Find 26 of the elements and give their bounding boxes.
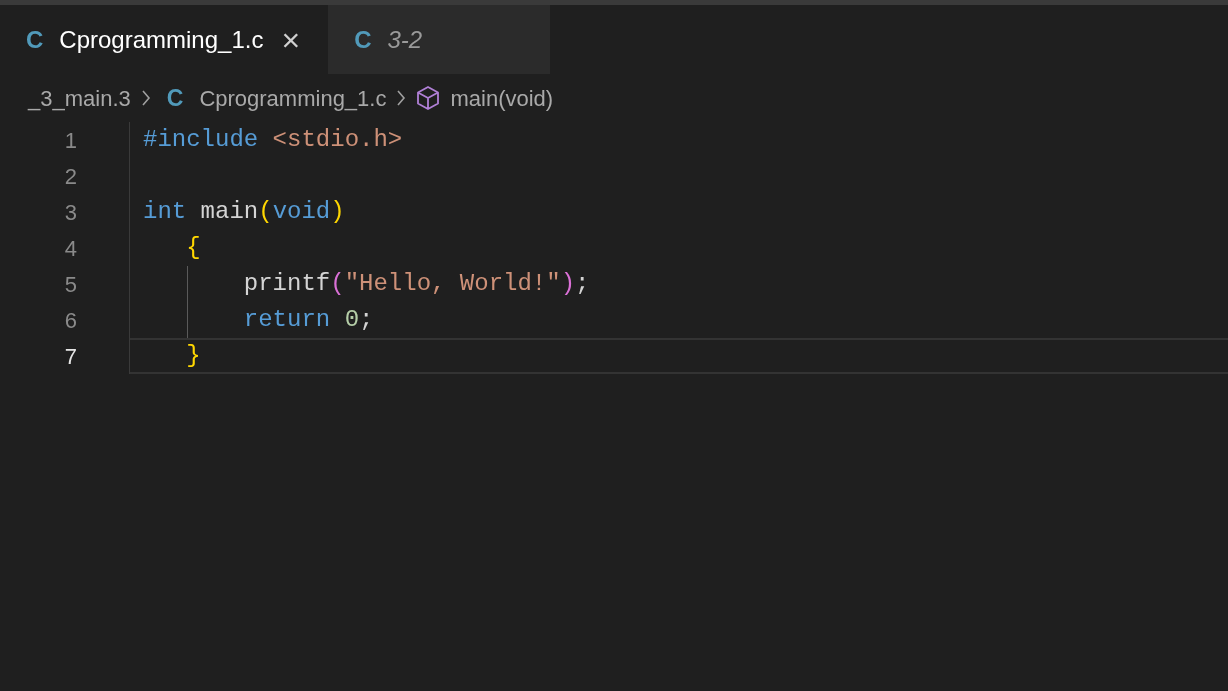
close-icon[interactable]: × <box>281 23 301 56</box>
c-file-icon: C <box>166 80 184 116</box>
chevron-icon <box>140 89 151 107</box>
tab-label: Cprogramming_1.c <box>59 24 264 55</box>
line-number: 2 <box>63 162 78 191</box>
line-number: 3 <box>63 198 78 227</box>
c-file-icon: C <box>354 21 372 58</box>
chevron-icon <box>396 89 407 107</box>
code-line[interactable]: printf("Hello, World!"); <box>143 266 590 302</box>
breadcrumb-item[interactable]: Cprogramming_1.c <box>199 81 387 115</box>
code-line[interactable]: #include <stdio.h> <box>143 122 403 158</box>
line-number: 1 <box>63 126 78 155</box>
tab-label: 3-2 <box>387 24 423 55</box>
code-line[interactable]: } <box>143 338 201 374</box>
breadcrumb-item[interactable]: _3_main.3 <box>28 81 131 115</box>
code-line[interactable]: int main(void) <box>143 194 345 230</box>
line-number: 6 <box>63 306 78 335</box>
line-number: 7 <box>63 342 78 371</box>
line-number: 4 <box>63 234 78 263</box>
cube-icon <box>416 85 441 111</box>
line-number: 5 <box>63 270 78 299</box>
c-file-icon: C <box>26 21 44 58</box>
code-line[interactable]: { <box>143 230 201 266</box>
code-line[interactable]: return 0; <box>143 302 374 338</box>
editor-tab[interactable]: C 3-2 <box>328 5 551 74</box>
breadcrumb-item[interactable]: main(void) <box>450 81 554 115</box>
